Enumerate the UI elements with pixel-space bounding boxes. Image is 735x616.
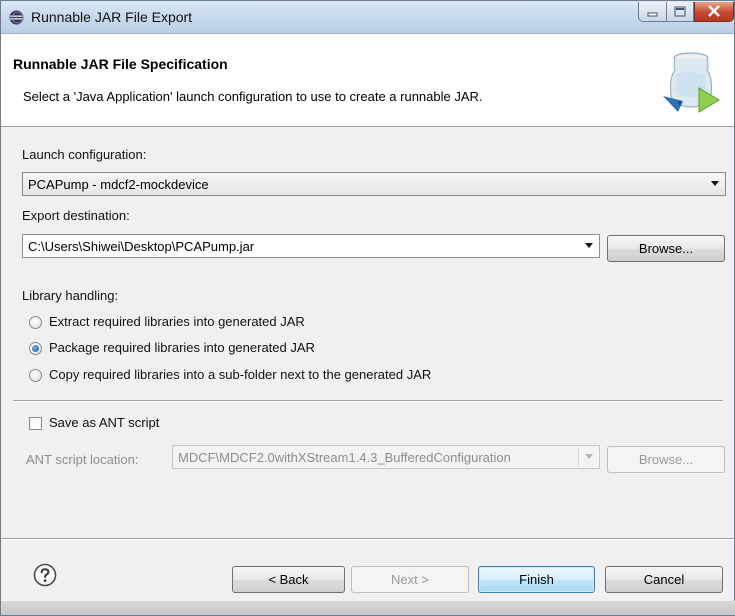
minimize-icon [647, 12, 658, 17]
next-button: Next > [351, 566, 469, 593]
save-ant-label[interactable]: Save as ANT script [49, 415, 159, 430]
page-description: Select a 'Java Application' launch confi… [23, 89, 483, 104]
footer-separator [1, 538, 734, 540]
export-destination-input[interactable]: C:\Users\Shiwei\Desktop\PCAPump.jar [22, 234, 600, 258]
ant-location-select: MDCF\MDCF2.0withXStream1.4.3_BufferedCon… [172, 445, 600, 469]
radio-copy-label[interactable]: Copy required libraries into a sub-folde… [49, 367, 431, 382]
wizard-header: Runnable JAR File Specification Select a… [1, 34, 734, 127]
combo-divider [578, 448, 579, 466]
chevron-down-icon [711, 181, 719, 186]
cancel-button[interactable]: Cancel [605, 566, 723, 593]
export-destination-label: Export destination: [22, 208, 130, 223]
export-browse-button[interactable]: Browse... [607, 235, 725, 262]
launch-configuration-label: Launch configuration: [22, 147, 147, 162]
separator [13, 400, 723, 402]
help-icon[interactable] [33, 563, 57, 587]
chevron-down-icon [585, 454, 593, 459]
export-destination-value: C:\Users\Shiwei\Desktop\PCAPump.jar [28, 239, 255, 254]
radio-package-label[interactable]: Package required libraries into generate… [49, 340, 315, 355]
launch-configuration-select[interactable]: PCAPump - mdcf2-mockdevice [22, 172, 726, 196]
launch-configuration-value: PCAPump - mdcf2-mockdevice [28, 177, 209, 192]
maximize-icon [674, 6, 686, 17]
back-button[interactable]: < Back [232, 566, 345, 593]
ant-browse-button: Browse... [607, 446, 725, 473]
close-icon [708, 5, 720, 17]
taskbar-strip [1, 601, 735, 615]
radio-extract-label[interactable]: Extract required libraries into generate… [49, 314, 305, 329]
save-ant-checkbox[interactable] [29, 417, 42, 430]
minimize-button[interactable] [638, 2, 667, 22]
page-title: Runnable JAR File Specification [13, 56, 228, 72]
close-button[interactable] [694, 2, 734, 22]
radio-extract-libraries[interactable] [29, 316, 42, 329]
dialog-window: Runnable JAR File Export Runnable JAR Fi… [0, 0, 735, 616]
maximize-button[interactable] [667, 2, 694, 22]
library-handling-label: Library handling: [22, 288, 119, 303]
title-bar[interactable]: Runnable JAR File Export [1, 1, 734, 34]
eclipse-icon [9, 10, 24, 25]
radio-package-libraries[interactable] [29, 342, 42, 355]
finish-button[interactable]: Finish [478, 566, 595, 593]
ant-location-label: ANT script location: [26, 452, 139, 467]
ant-location-value: MDCF\MDCF2.0withXStream1.4.3_BufferedCon… [178, 450, 511, 465]
radio-copy-libraries[interactable] [29, 369, 42, 382]
window-title: Runnable JAR File Export [31, 9, 193, 25]
jar-export-icon [663, 52, 720, 113]
chevron-down-icon[interactable] [585, 243, 593, 248]
